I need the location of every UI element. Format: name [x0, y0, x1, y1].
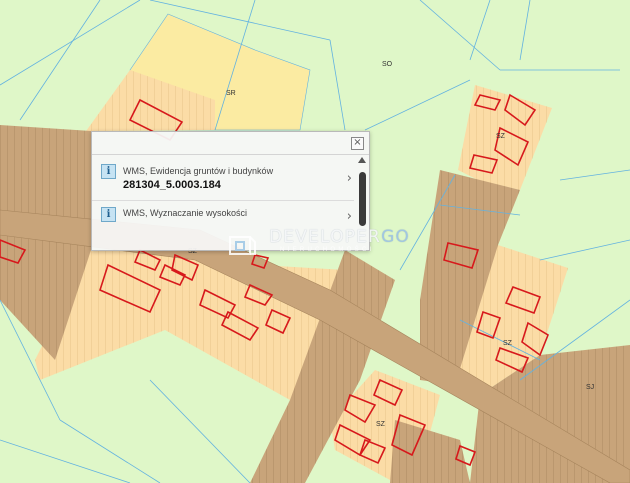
result-title: WMS, Wyznaczanie wysokości: [123, 208, 247, 218]
zone-label-so: SO: [382, 61, 393, 68]
zone-label-sz-bottom: SZ: [376, 421, 386, 428]
parcel-id: 281304_5.0003.184: [123, 179, 221, 191]
chevron-right-icon[interactable]: ›: [347, 209, 352, 224]
popup-header: ×: [92, 132, 369, 155]
residential-area-top-right: [458, 85, 552, 190]
watermark-brand-accent: GO: [381, 227, 411, 247]
zone-label-sz-top: SZ: [496, 133, 506, 140]
house-logo-icon: [229, 236, 256, 255]
watermark-subtitle: NIERUCHOMOŚCI: [280, 247, 375, 253]
zone-label-sr: SR: [226, 90, 236, 97]
result-title: WMS, Ewidencja gruntów i budynków: [123, 166, 274, 176]
scroll-up-arrow-icon[interactable]: [358, 157, 366, 163]
zone-label-sj: SJ: [586, 384, 594, 391]
scrollbar-thumb[interactable]: [359, 172, 366, 226]
watermark-brand: DEVELOPERGO: [269, 227, 410, 247]
info-icon: i: [101, 164, 116, 179]
zone-label-sz-right: SZ: [503, 340, 513, 347]
chevron-right-icon[interactable]: ›: [347, 171, 352, 186]
info-icon: i: [101, 207, 116, 222]
close-icon[interactable]: ×: [351, 137, 364, 150]
result-item-ewidencja[interactable]: i WMS, Ewidencja gruntów i budynków 2813…: [92, 155, 354, 201]
watermark-brand-main: DEVELOPER: [269, 227, 382, 247]
